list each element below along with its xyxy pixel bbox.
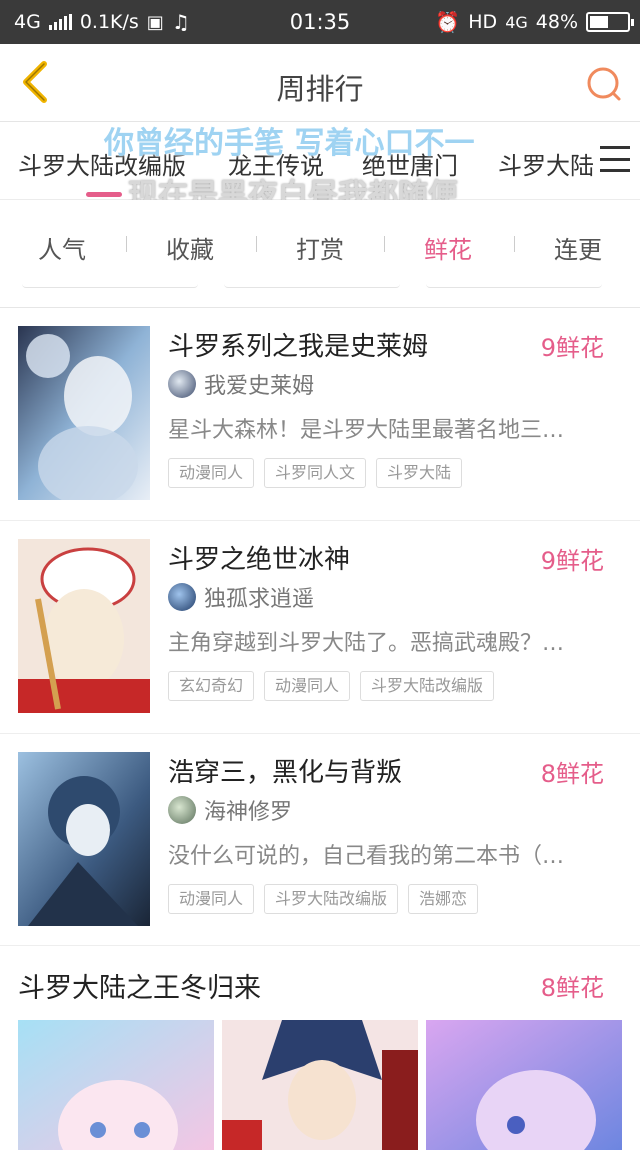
sort-tab-updates[interactable]: 连更 [554, 230, 602, 265]
flower-count: 9鲜花 [540, 547, 604, 575]
sort-underline-decor [224, 284, 400, 288]
featured-image [18, 1020, 214, 1150]
sort-tabs: 人气 收藏 打赏 鲜花 连更 [0, 200, 640, 308]
book-cover [18, 326, 150, 500]
author-row: 我爱史莱姆 [168, 368, 314, 400]
sort-separator [126, 236, 127, 252]
flower-count: 8鲜花 [540, 974, 604, 1002]
author-name: 海神修罗 [204, 800, 293, 825]
page-title: 周排行 [276, 72, 364, 106]
sort-underline-decor [426, 284, 602, 288]
sort-tab-flowers[interactable]: 鲜花 [424, 230, 472, 265]
featured-image [426, 1020, 622, 1150]
avatar [168, 796, 196, 824]
book-item[interactable]: 浩穿三，黑化与背叛 8鲜花 海神修罗 没什么可说的，自己看我的第二本书（… 动漫… [0, 734, 640, 946]
author-row: 海神修罗 [168, 794, 292, 826]
book-item[interactable]: 斗罗之绝世冰神 9鲜花 独孤求逍遥 主角穿越到斗罗大陆了。恶搞武魂殿？… 玄幻奇… [0, 521, 640, 734]
tag[interactable]: 斗罗大陆 [376, 458, 463, 488]
book-description: 星斗大森林！是斗罗大陆里最著名地三… [168, 418, 565, 443]
tag[interactable]: 斗罗大陆改编版 [264, 884, 399, 914]
featured-image [222, 1020, 418, 1150]
sort-separator [256, 236, 257, 252]
flower-count: 8鲜花 [540, 760, 604, 788]
category-active-indicator [86, 192, 122, 197]
network2-label: 4G [505, 12, 528, 32]
book-item[interactable]: 斗罗系列之我是史莱姆 9鲜花 我爱史莱姆 星斗大森林！是斗罗大陆里最著名地三… … [0, 308, 640, 521]
tag[interactable]: 玄幻奇幻 [168, 671, 255, 701]
author-name: 独孤求逍遥 [204, 587, 315, 612]
category-tab-2[interactable]: 绝世唐门 [362, 146, 458, 181]
book-cover [18, 539, 150, 713]
hd-label: HD [468, 11, 498, 33]
tag-list: 动漫同人 斗罗同人文 斗罗大陆 [168, 458, 463, 488]
search-icon[interactable] [584, 64, 624, 104]
tag[interactable]: 动漫同人 [168, 884, 255, 914]
book-title: 浩穿三，黑化与背叛 [168, 758, 403, 788]
book-description: 没什么可说的，自己看我的第二本书（… [168, 844, 565, 869]
category-tab-0[interactable]: 斗罗大陆改编版 [18, 146, 186, 181]
sort-underline-decor [22, 284, 198, 288]
menu-icon[interactable] [600, 146, 630, 172]
nav-bar: 周排行 [0, 44, 640, 122]
tag[interactable]: 动漫同人 [168, 458, 255, 488]
status-right: ⏰ HD 4G 48% [435, 10, 634, 34]
featured-book[interactable]: 斗罗大陆之王冬归来 8鲜花 [0, 946, 640, 1150]
battery-icon [586, 12, 634, 32]
sort-tab-rewards[interactable]: 打赏 [296, 230, 344, 265]
sort-separator [384, 236, 385, 252]
book-description: 主角穿越到斗罗大陆了。恶搞武魂殿？… [168, 631, 565, 656]
avatar [168, 370, 196, 398]
sort-tab-favorites[interactable]: 收藏 [166, 230, 214, 265]
tag[interactable]: 浩娜恋 [408, 884, 479, 914]
sort-separator [514, 236, 515, 252]
author-row: 独孤求逍遥 [168, 581, 314, 613]
book-title: 斗罗系列之我是史莱姆 [168, 332, 429, 362]
category-tab-3[interactable]: 斗罗大陆 [498, 146, 594, 181]
author-name: 我爱史莱姆 [204, 374, 315, 399]
tag-list: 动漫同人 斗罗大陆改编版 浩娜恋 [168, 884, 479, 914]
category-tabs: 斗罗大陆改编版 龙王传说 绝世唐门 斗罗大陆 [0, 122, 640, 200]
tag[interactable]: 斗罗同人文 [264, 458, 367, 488]
category-tab-1[interactable]: 龙王传说 [228, 146, 324, 181]
battery-label: 48% [535, 11, 578, 33]
status-bar: 4G 0.1K/s ▣ ♫ 01:35 ⏰ HD 4G 48% [0, 0, 640, 44]
alarm-icon: ⏰ [435, 10, 461, 34]
book-title: 斗罗大陆之王冬归来 [18, 973, 261, 1004]
flower-count: 9鲜花 [540, 334, 604, 362]
tag[interactable]: 斗罗大陆改编版 [360, 671, 495, 701]
avatar [168, 583, 196, 611]
book-title: 斗罗之绝世冰神 [168, 545, 351, 575]
sort-tab-popularity[interactable]: 人气 [38, 230, 86, 265]
tag-list: 玄幻奇幻 动漫同人 斗罗大陆改编版 [168, 671, 495, 701]
book-cover [18, 752, 150, 926]
tag[interactable]: 动漫同人 [264, 671, 351, 701]
